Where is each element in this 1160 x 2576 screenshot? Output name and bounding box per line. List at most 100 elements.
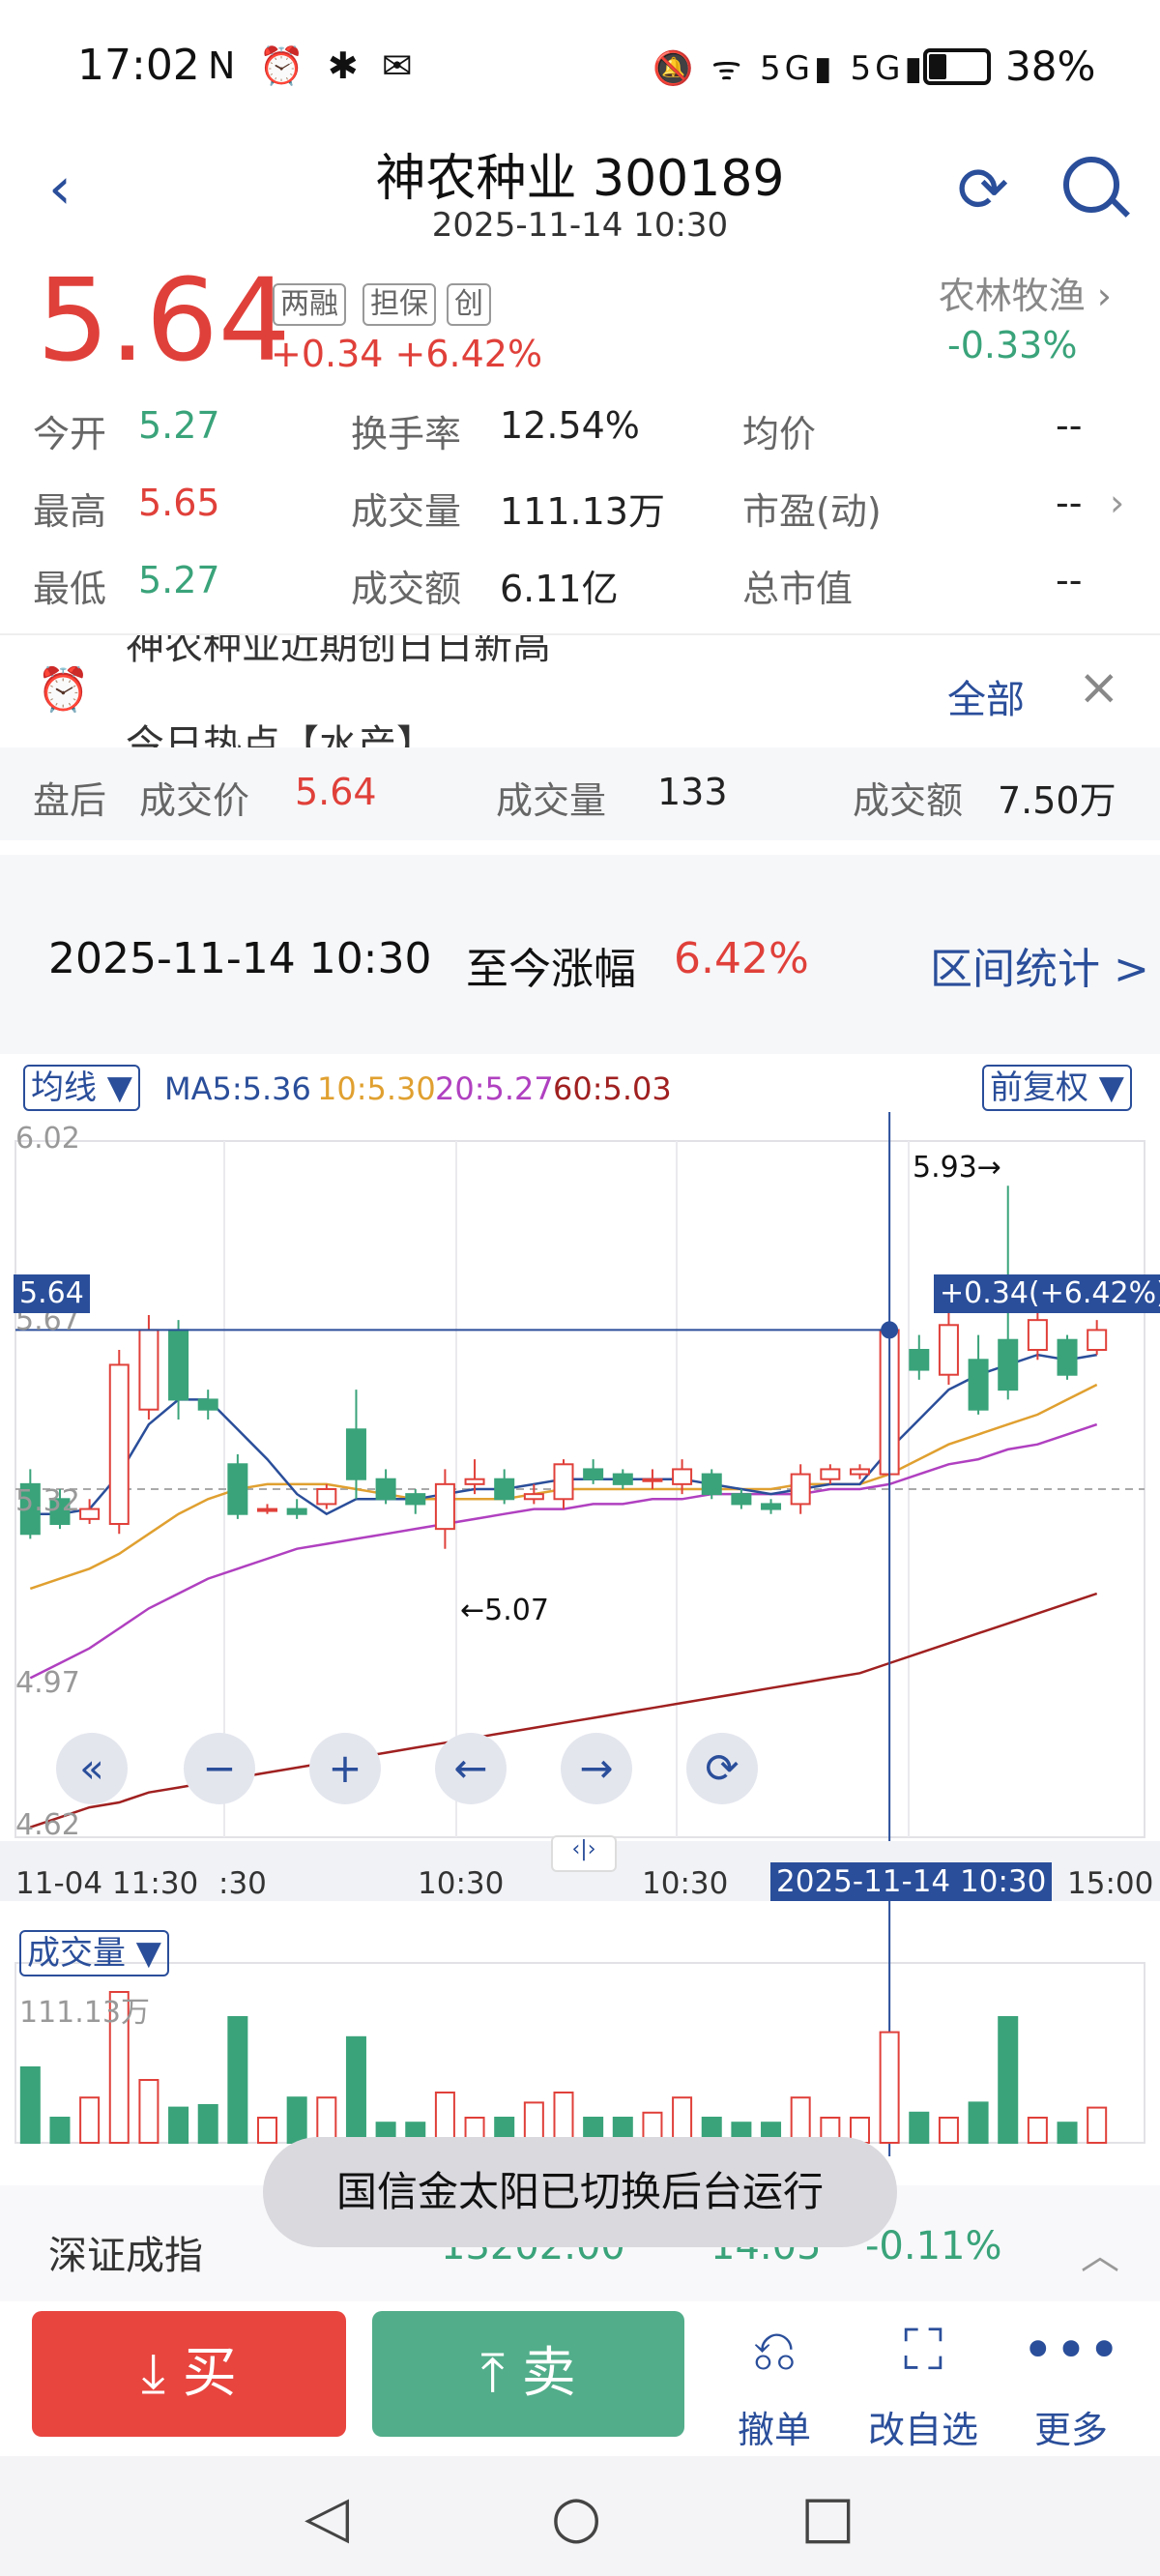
candle-body bbox=[108, 1363, 130, 1525]
current-price: 5.64 bbox=[37, 253, 291, 387]
candle-body bbox=[434, 1482, 455, 1531]
nav-back-icon[interactable]: ◁ bbox=[304, 2483, 349, 2551]
stat-label: 最高 bbox=[33, 490, 107, 533]
tag-chinext: 创 bbox=[447, 283, 491, 326]
price-change: +0.34 +6.42% bbox=[271, 333, 543, 375]
status-time: 17:02 bbox=[77, 41, 200, 90]
candlestick-chart[interactable] bbox=[0, 1054, 1160, 2156]
volume-bar bbox=[879, 2031, 900, 2144]
candle-body bbox=[701, 1473, 722, 1496]
volume-bar bbox=[790, 2096, 811, 2144]
index-name: 深证成指 bbox=[48, 2234, 203, 2278]
zoom-out-icon[interactable]: − bbox=[184, 1733, 255, 1804]
stat-label: 市盈(动) bbox=[742, 490, 882, 533]
sector-link[interactable]: 农林牧渔 › bbox=[939, 266, 1112, 319]
nav-home-icon[interactable]: ○ bbox=[551, 2483, 601, 2551]
candle-body bbox=[1087, 1329, 1108, 1351]
stat-value: 5.27 bbox=[138, 559, 220, 601]
chevron-up-icon[interactable]: ︿ bbox=[1081, 2224, 1119, 2280]
drag-handle-icon[interactable]: ‹|› bbox=[551, 1835, 617, 1872]
x-crosshair-label: 2025-11-14 10:30 bbox=[770, 1862, 1053, 1901]
expand-chevron-icon[interactable]: › bbox=[1110, 482, 1124, 524]
zoom-out-far-icon[interactable]: « bbox=[56, 1733, 128, 1804]
volume-bar bbox=[286, 2096, 307, 2144]
high-annotation: 5.93→ bbox=[913, 1151, 1001, 1185]
stat-value: -- bbox=[1056, 482, 1083, 524]
rotate-icon[interactable]: ⟳ bbox=[686, 1733, 758, 1804]
interval-bar: 2025-11-14 10:30 至今涨幅 6.42% 区间统计 > bbox=[0, 841, 1160, 1054]
cancel-order-button[interactable]: ⎌ 撤单 bbox=[702, 2321, 847, 2453]
pan-right-icon[interactable]: → bbox=[561, 1733, 632, 1804]
more-icon: ••• bbox=[1021, 2317, 1121, 2383]
news-headline[interactable]: 神农种业近期创日日新高 bbox=[126, 635, 551, 670]
y-tick-label: 4.62 bbox=[15, 1808, 80, 1842]
more-button[interactable]: ••• 更多 bbox=[999, 2321, 1144, 2453]
candle-body bbox=[612, 1473, 633, 1485]
candle-body bbox=[316, 1488, 337, 1506]
volume-bar bbox=[79, 2096, 101, 2144]
tag-guarantee: 担保 bbox=[362, 283, 436, 326]
index-percent: -0.11% bbox=[865, 2224, 1002, 2269]
volume-bar bbox=[1087, 2106, 1108, 2144]
volume-bar bbox=[49, 2117, 71, 2144]
battery-percent: 38% bbox=[1005, 43, 1096, 90]
stats-row: 最低 5.27 成交额 6.11亿 总市值 -- bbox=[0, 559, 1160, 636]
buy-button[interactable]: ⤓ 买 bbox=[32, 2311, 346, 2437]
ma60-line bbox=[29, 1592, 1098, 1829]
interval-stats-link[interactable]: 区间统计 > bbox=[930, 934, 1149, 996]
zoom-in-icon[interactable]: + bbox=[309, 1733, 381, 1804]
volume-bar bbox=[168, 2106, 189, 2144]
news-all-link[interactable]: 全部 bbox=[947, 668, 1025, 724]
candle-body bbox=[583, 1468, 604, 1480]
edit-watchlist-button[interactable]: ⛶ 改自选 bbox=[851, 2321, 996, 2453]
stat-label: 换手率 bbox=[351, 413, 462, 455]
candle-body bbox=[820, 1468, 841, 1480]
volume-bar bbox=[938, 2117, 959, 2144]
volume-selector-button[interactable]: 成交量 ▼ bbox=[19, 1930, 169, 1976]
after-volume-label: 成交量 bbox=[496, 779, 607, 822]
volume-bar bbox=[257, 2117, 278, 2144]
candle-body bbox=[1057, 1338, 1078, 1376]
candle-body bbox=[79, 1508, 101, 1520]
candle-body bbox=[909, 1349, 930, 1371]
sell-button[interactable]: ⤒ 卖 bbox=[372, 2311, 684, 2437]
pan-left-icon[interactable]: ← bbox=[435, 1733, 507, 1804]
after-volume: 133 bbox=[657, 771, 728, 813]
volume-bar bbox=[138, 2079, 160, 2144]
after-hours-bar: 盘后 成交价 5.64 成交量 133 成交额 7.50万 bbox=[0, 747, 1160, 840]
volume-bar bbox=[998, 2016, 1019, 2144]
more-label: 更多 bbox=[1033, 2409, 1108, 2451]
x-tick-label: 11-04 11:30 bbox=[15, 1866, 199, 1901]
candle-body bbox=[464, 1478, 485, 1485]
y-tick-label: 5.32 bbox=[15, 1484, 80, 1518]
stat-label: 成交额 bbox=[351, 568, 462, 610]
interval-date: 2025-11-14 10:30 bbox=[48, 934, 432, 983]
volume-bar bbox=[316, 2096, 337, 2144]
refresh-icon[interactable]: ⟳ bbox=[957, 160, 1009, 221]
tag-margin: 两融 bbox=[273, 283, 346, 326]
nav-recent-icon[interactable]: □ bbox=[800, 2483, 856, 2551]
candle-body bbox=[761, 1503, 782, 1510]
news-headline[interactable]: 今日热点【水产】 bbox=[126, 713, 435, 749]
candle-body bbox=[375, 1478, 396, 1501]
close-icon[interactable]: × bbox=[1078, 659, 1120, 717]
status-signal-icons: 🔕 ᯤ 5G▮ 5G▮ bbox=[652, 49, 927, 88]
news-ticker[interactable]: ⏰ 神农种业近期创日日新高 今日热点【水产】 全部 × bbox=[0, 633, 1160, 749]
volume-bar bbox=[553, 2092, 574, 2144]
stat-value: 6.11亿 bbox=[500, 568, 619, 610]
candle-body bbox=[405, 1493, 426, 1506]
crosshair-dot bbox=[881, 1321, 899, 1339]
system-nav-bar: ◁ ○ □ bbox=[0, 2456, 1160, 2576]
candle-body bbox=[197, 1398, 218, 1411]
candle-body bbox=[968, 1359, 989, 1411]
y-tick-label: 4.97 bbox=[15, 1666, 80, 1700]
after-price-label: 成交价 bbox=[139, 779, 250, 822]
stat-value: -- bbox=[1056, 559, 1083, 601]
edit-watchlist-label: 改自选 bbox=[867, 2409, 978, 2451]
interval-label: 至今涨幅 bbox=[466, 945, 636, 994]
candle-body bbox=[345, 1428, 366, 1480]
volume-bar bbox=[434, 2092, 455, 2144]
candle-body bbox=[642, 1478, 663, 1482]
search-icon[interactable] bbox=[1063, 157, 1119, 213]
stat-value: 5.27 bbox=[138, 404, 220, 447]
